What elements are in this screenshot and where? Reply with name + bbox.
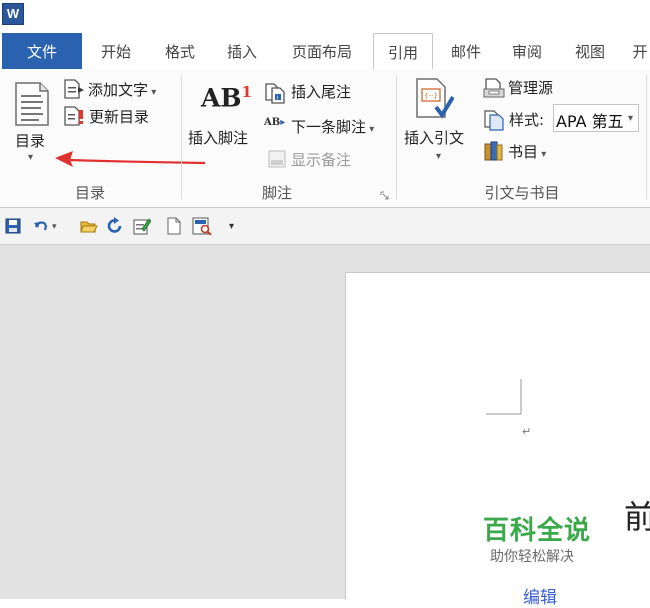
insert-footnote-icon[interactable]: AB1 bbox=[201, 83, 252, 112]
group-separator bbox=[181, 75, 182, 199]
toc-dropdown-arrow[interactable]: ▾ bbox=[28, 152, 33, 163]
footnote-superscript: 1 bbox=[241, 83, 252, 101]
update-toc-button[interactable]: 更新目录 bbox=[89, 106, 149, 127]
tab-home[interactable]: 开始 bbox=[94, 33, 138, 69]
insert-citation-button[interactable]: 插入引文 bbox=[404, 127, 464, 148]
refresh-icon[interactable] bbox=[107, 217, 123, 239]
citation-style-icon bbox=[482, 109, 506, 135]
insert-endnote-button[interactable]: 插入尾注 bbox=[291, 81, 351, 102]
toc-group-label: 目录 bbox=[74, 184, 105, 202]
citation-style-select[interactable]: APA 第五 ▾ bbox=[553, 104, 639, 132]
next-footnote-dropdown-arrow[interactable]: ▾ bbox=[366, 124, 374, 135]
paragraph-mark: ↵ bbox=[522, 425, 532, 438]
watermark-edit-link[interactable]: 编辑 bbox=[523, 583, 557, 608]
bibliography-icon bbox=[482, 140, 506, 168]
group-separator bbox=[396, 75, 397, 199]
edit-document-icon[interactable] bbox=[133, 217, 152, 239]
document-text-glyph: 前 bbox=[624, 498, 650, 536]
footnotes-group-label: 脚注 bbox=[261, 184, 292, 202]
insert-citation-icon[interactable]: {--} bbox=[414, 77, 455, 127]
save-icon[interactable] bbox=[5, 218, 21, 238]
watermark-subtitle: 助你轻松解决 bbox=[490, 549, 574, 565]
bibliography-label: 书目 bbox=[508, 143, 539, 161]
citation-style-dropdown-arrow[interactable]: ▾ bbox=[628, 113, 633, 124]
group-separator bbox=[646, 75, 647, 199]
next-footnote-icon-text: AB bbox=[264, 117, 281, 128]
customize-toolbar-icon[interactable]: ▾ bbox=[229, 221, 234, 232]
add-text-button[interactable]: 添加文字 ▾ bbox=[88, 79, 156, 100]
undo-icon[interactable] bbox=[33, 218, 49, 238]
tab-page-layout[interactable]: 页面布局 bbox=[282, 33, 362, 69]
new-document-icon[interactable] bbox=[167, 217, 181, 239]
word-app-icon[interactable]: W bbox=[2, 3, 24, 25]
watermark-title: 百科全说 bbox=[483, 516, 592, 546]
show-notes-button[interactable]: 显示备注 bbox=[291, 149, 351, 170]
tab-mailings[interactable]: 邮件 bbox=[444, 33, 488, 69]
next-footnote-label: 下一条脚注 bbox=[291, 118, 367, 136]
insert-endnote-icon: i bbox=[264, 82, 288, 108]
next-footnote-icon: AB▸ bbox=[264, 117, 286, 128]
page-margin-corner bbox=[486, 379, 522, 415]
title-bar: W bbox=[0, 0, 650, 33]
bibliography-button[interactable]: 书目 ▾ bbox=[508, 141, 546, 162]
update-toc-icon bbox=[63, 106, 85, 130]
quick-access-toolbar: ▾ ▾ bbox=[0, 208, 650, 245]
ribbon-tab-row: 文件 开始 格式 插入 页面布局 引用 邮件 审阅 视图 开 bbox=[0, 33, 650, 71]
toc-button-label[interactable]: 目录 bbox=[15, 130, 45, 151]
tab-view[interactable]: 视图 bbox=[568, 33, 612, 69]
citation-style-value: APA 第五 bbox=[556, 112, 624, 131]
insert-footnote-button[interactable]: 插入脚注 bbox=[188, 127, 248, 148]
tab-insert[interactable]: 插入 bbox=[220, 33, 264, 69]
insert-citation-dropdown-arrow[interactable]: ▾ bbox=[436, 151, 441, 162]
print-preview-icon[interactable] bbox=[192, 217, 212, 239]
footnote-ab-text: AB bbox=[201, 83, 242, 113]
citations-group-label: 引文与书目 bbox=[484, 184, 560, 202]
ribbon-panel: 目录 ▾ 添加文字 ▾ 更新目录 目录 AB1 插入脚注 i 插入尾注 AB▸ … bbox=[0, 69, 650, 208]
dialog-launcher-icon[interactable] bbox=[380, 185, 389, 204]
svg-text:{--}: {--} bbox=[424, 92, 438, 100]
tab-review[interactable]: 审阅 bbox=[505, 33, 549, 69]
undo-dropdown-icon[interactable]: ▾ bbox=[52, 222, 57, 232]
manage-sources-icon bbox=[482, 77, 506, 103]
next-footnote-button[interactable]: 下一条脚注 ▾ bbox=[291, 116, 374, 137]
manage-sources-button[interactable]: 管理源 bbox=[508, 77, 553, 98]
tab-references[interactable]: 引用 bbox=[373, 33, 433, 71]
table-of-contents-icon[interactable] bbox=[14, 81, 50, 131]
bibliography-dropdown-arrow[interactable]: ▾ bbox=[538, 149, 546, 160]
add-text-icon bbox=[63, 79, 85, 103]
tab-developer[interactable]: 开 bbox=[630, 33, 650, 69]
citation-style-label: 样式: bbox=[509, 111, 545, 129]
tab-format[interactable]: 格式 bbox=[158, 33, 202, 69]
add-text-dropdown-arrow[interactable]: ▾ bbox=[148, 87, 156, 98]
show-notes-icon bbox=[267, 149, 287, 173]
add-text-label: 添加文字 bbox=[88, 81, 149, 99]
tab-file[interactable]: 文件 bbox=[2, 33, 82, 69]
annotation-arrow bbox=[55, 150, 210, 174]
open-folder-icon[interactable] bbox=[80, 218, 98, 238]
